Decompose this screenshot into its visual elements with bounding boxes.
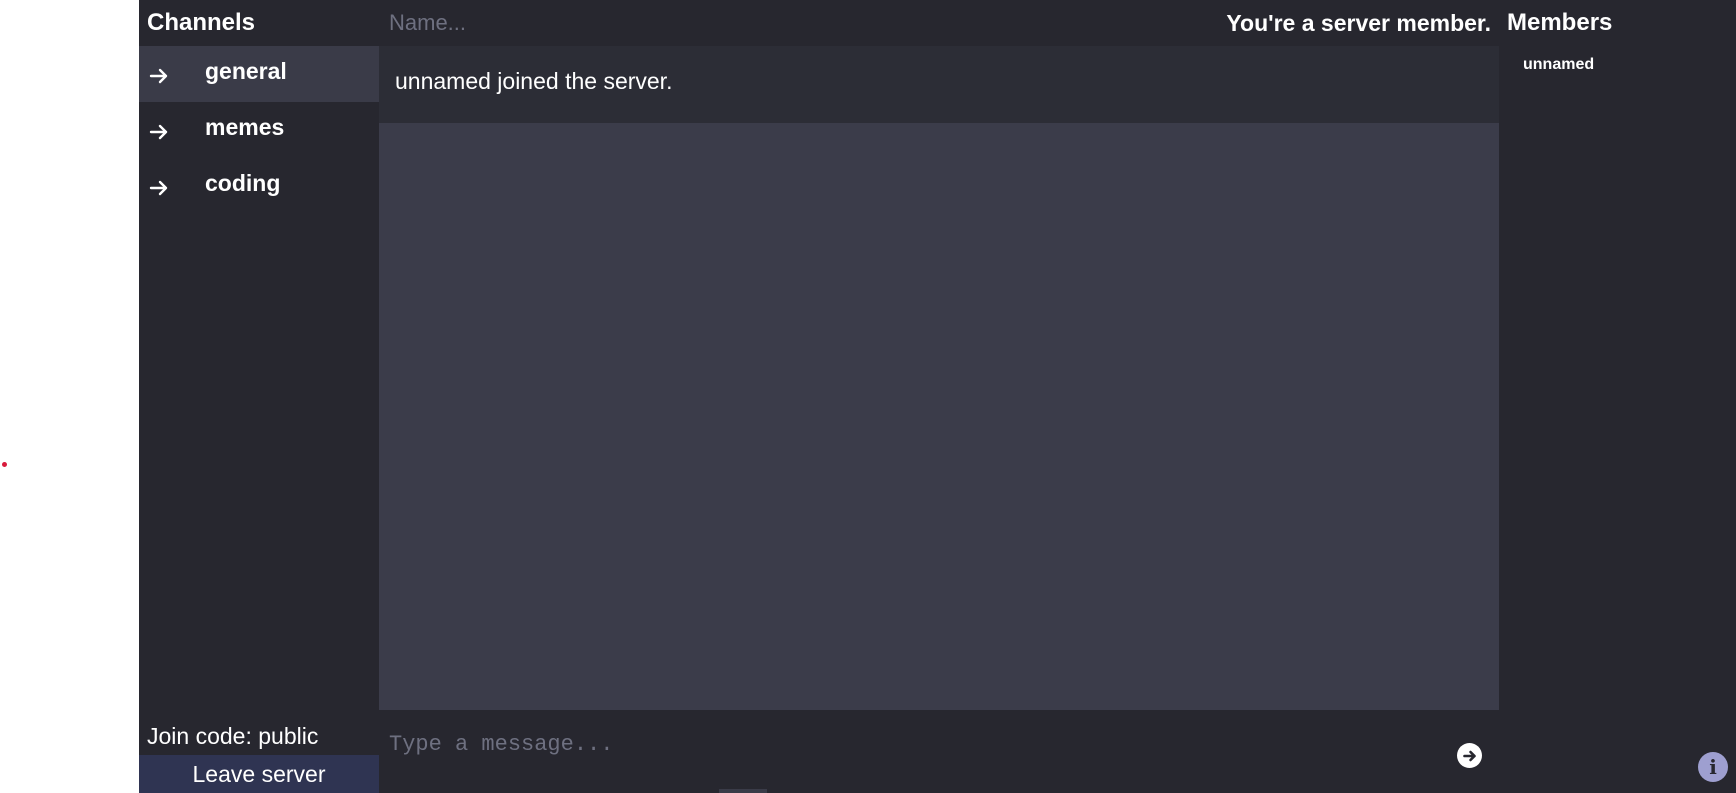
- message-input[interactable]: [387, 726, 1391, 762]
- arrow-right-icon: [149, 68, 168, 84]
- members-title: Members: [1507, 9, 1613, 36]
- arrow-right-icon: [149, 180, 168, 196]
- top-bar: You're a server member.: [379, 0, 1499, 47]
- channel-name: coding: [205, 169, 281, 196]
- channels-title: Channels: [147, 9, 256, 36]
- channel-name: general: [205, 57, 287, 84]
- members-panel: Members unnamed i: [1499, 0, 1736, 793]
- chat-area[interactable]: unnamed joined the server.: [379, 46, 1499, 710]
- chat-message: unnamed joined the server.: [379, 46, 1499, 123]
- red-dot-marker: [2, 462, 7, 467]
- channels-sidebar: Channels general memes coding Join code:…: [139, 0, 379, 793]
- message-text: unnamed joined the server.: [395, 68, 673, 94]
- channel-name: memes: [205, 113, 285, 140]
- send-button[interactable]: [1457, 743, 1482, 768]
- channel-coding[interactable]: coding: [139, 158, 379, 214]
- member-status: You're a server member.: [1226, 10, 1491, 36]
- leave-server-button[interactable]: Leave server: [139, 755, 379, 793]
- arrow-right-circle-icon: [1462, 750, 1476, 761]
- channel-general[interactable]: general: [139, 46, 379, 102]
- member-item[interactable]: unnamed: [1523, 56, 1594, 74]
- message-composer: [379, 710, 1499, 793]
- name-input[interactable]: [387, 6, 891, 40]
- join-code: Join code: public: [147, 723, 319, 749]
- resize-handle[interactable]: [719, 789, 767, 793]
- info-button[interactable]: i: [1698, 752, 1728, 782]
- info-icon: i: [1709, 755, 1717, 779]
- arrow-right-icon: [149, 124, 168, 140]
- channel-memes[interactable]: memes: [139, 102, 379, 158]
